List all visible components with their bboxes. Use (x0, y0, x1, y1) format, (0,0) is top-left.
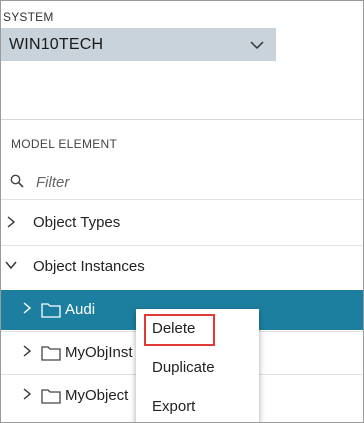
tree-item-label: Object Instances (33, 258, 145, 275)
chevron-down-icon[interactable] (5, 259, 17, 271)
chevron-down-icon (250, 41, 264, 50)
search-icon (10, 174, 24, 188)
system-label: SYSTEM (3, 10, 54, 24)
model-element-label: MODEL ELEMENT (11, 137, 118, 151)
context-menu: Delete Duplicate Export (136, 309, 259, 422)
tree-item-object-types[interactable]: Object Types (1, 203, 363, 243)
system-value: WIN10TECH (9, 36, 104, 53)
context-menu-item-label: Duplicate (152, 359, 215, 376)
context-menu-delete[interactable]: Delete (136, 311, 259, 347)
filter-input[interactable] (34, 169, 338, 195)
context-menu-item-label: Export (152, 398, 196, 415)
tree-item-label: MyObject (65, 387, 129, 404)
tree-item-object-instances[interactable]: Object Instances (1, 247, 363, 287)
folder-icon (41, 346, 61, 361)
model-element-panel: SYSTEM WIN10TECH MODEL ELEMENT Object Ty… (0, 0, 364, 423)
tree-item-label: MyObjInst (65, 344, 133, 361)
chevron-right-icon[interactable] (5, 216, 17, 228)
system-dropdown[interactable]: WIN10TECH (1, 28, 276, 61)
context-menu-export[interactable]: Export (136, 389, 259, 422)
tree-item-label: Audi (65, 301, 96, 318)
filter-box (1, 165, 363, 197)
context-menu-duplicate[interactable]: Duplicate (136, 350, 259, 386)
context-menu-item-label: Delete (152, 320, 196, 337)
chevron-right-icon[interactable] (21, 345, 33, 357)
folder-icon (41, 303, 61, 318)
row-divider (1, 199, 363, 200)
row-divider (1, 245, 363, 246)
tree-item-label: Object Types (33, 214, 121, 231)
chevron-right-icon[interactable] (21, 302, 33, 314)
folder-icon (41, 389, 61, 404)
chevron-right-icon[interactable] (21, 388, 33, 400)
section-divider (1, 119, 363, 120)
